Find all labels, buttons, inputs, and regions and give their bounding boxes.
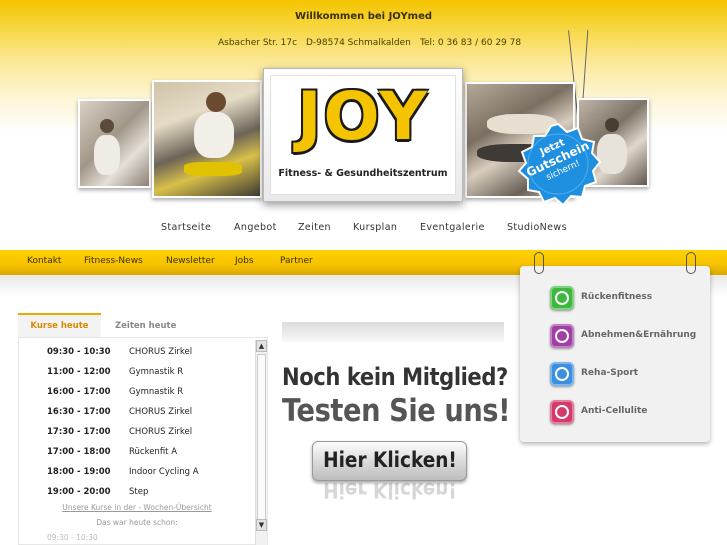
service-rueckenfitness[interactable]: Rückenfitness [550,286,710,310]
service-label: Anti-Cellulite [581,406,648,416]
nav-angebot[interactable]: Angebot [234,222,277,233]
cta-reflection: Hier Klicken! [312,482,467,502]
row-time: 11:00 - 12:00 [47,367,111,377]
logo-frame[interactable]: JOY Fitness- & Gesundheitszentrum [263,68,463,202]
schedule-row: 09:30 - 10:30 CHORUS Zirkel [19,340,255,360]
schedule-row: 19:00 - 20:00 Step [19,480,255,500]
service-label: Rückenfitness [581,292,653,302]
panel-ring [686,252,696,274]
weight-loss-icon [550,324,574,348]
panel-ring [534,252,544,274]
cta-reflection-text: Hier Klicken! [322,482,457,502]
back-fitness-icon [550,286,574,310]
nav-studionews[interactable]: StudioNews [507,222,567,233]
row-course: Rückenfit A [129,447,178,457]
tab-kurse-heute[interactable]: Kurse heute [18,313,101,339]
row-time: 16:00 - 17:00 [47,387,111,397]
service-abnehmen[interactable]: Abnehmen&Ernährung [550,324,710,348]
anti-cellulite-icon [550,400,574,424]
address-street: Asbacher Str. 17c [218,38,298,48]
row-course: Gymnastik R [129,367,184,377]
logo-subtitle: Fitness- & Gesundheitszentrum [278,168,448,179]
gym-photo-1 [78,99,151,188]
row-time: 16:30 - 17:00 [47,407,111,417]
row-time: 18:00 - 19:00 [47,467,111,477]
past-course-time: 09:30 - 10:30 [47,533,98,542]
promo-headline: Noch kein Mitglied? [282,363,508,391]
row-course: Step [129,487,149,497]
nav-newsletter[interactable]: Newsletter [166,256,215,266]
row-time: 09:30 - 10:30 [47,347,111,357]
schedule-scrollbar[interactable]: ▲ ▼ [255,340,267,545]
schedule-row: 18:00 - 19:00 Indoor Cycling A [19,460,255,480]
rehab-icon [550,362,574,386]
past-courses-note: Das war heute schon: [96,518,178,527]
gym-photo-cycling [152,80,262,198]
scroll-thumb[interactable] [257,354,266,522]
row-course: CHORUS Zirkel [129,407,193,417]
schedule-tabs: Kurse heute Zeiten heute [18,313,268,339]
nav-fitness-news[interactable]: Fitness-News [84,256,143,266]
cta-label: Hier Klicken! [322,448,457,472]
row-course: CHORUS Zirkel [129,347,193,357]
schedule-row: 16:30 - 17:00 CHORUS Zirkel [19,400,255,420]
promo-divider [282,322,504,342]
nav-startseite[interactable]: Startseite [161,222,211,233]
nav-eventgalerie[interactable]: Eventgalerie [420,222,485,233]
welcome-text: Willkommen bei JOYmed [294,11,433,22]
scroll-down-icon[interactable]: ▼ [256,519,267,531]
service-label: Reha-Sport [581,368,639,378]
row-time: 19:00 - 20:00 [47,487,111,497]
schedule-row: 11:00 - 12:00 Gymnastik R [19,360,255,380]
nav-partner[interactable]: Partner [280,256,313,266]
nav-kursplan[interactable]: Kursplan [353,222,397,233]
schedule-row: 16:00 - 17:00 Gymnastik R [19,380,255,400]
service-anti-cellulite[interactable]: Anti-Cellulite [550,400,710,424]
joy-logo: JOY [296,78,430,155]
row-time: 17:30 - 17:00 [47,427,111,437]
nav-zeiten[interactable]: Zeiten [298,222,331,233]
row-course: Gymnastik R [129,387,184,397]
nav-kontakt[interactable]: Kontakt [27,256,61,266]
promo-subheadline: Testen Sie uns! [282,393,511,429]
week-overview-link[interactable]: Unsere Kurse in der - Wochen-Übersicht [19,503,255,512]
services-panel: Rückenfitness Abnehmen&Ernährung Reha-Sp… [520,252,710,442]
main-nav: Startseite Angebot Zeiten Kursplan Event… [0,222,727,240]
row-time: 17:00 - 18:00 [47,447,111,457]
tab-zeiten-heute[interactable]: Zeiten heute [115,321,176,331]
service-label: Abnehmen&Ernährung [581,330,697,340]
cta-button[interactable]: Hier Klicken! [312,441,467,481]
schedule-list: 09:30 - 10:30 CHORUS Zirkel 11:00 - 12:0… [18,337,268,545]
nav-jobs[interactable]: Jobs [235,256,254,266]
service-reha-sport[interactable]: Reha-Sport [550,362,710,386]
row-course: Indoor Cycling A [129,467,199,477]
phone-number: Tel: 0 36 83 / 60 29 78 [420,38,522,48]
page-header: Willkommen bei JOYmed Asbacher Str. 17c … [0,0,727,215]
schedule-row: 17:00 - 18:00 Rückenfit A [19,440,255,460]
address-city: D-98574 Schmalkalden [306,38,411,48]
schedule-row: 17:30 - 17:00 CHORUS Zirkel [19,420,255,440]
row-course: CHORUS Zirkel [129,427,193,437]
scroll-up-icon[interactable]: ▲ [256,340,267,352]
